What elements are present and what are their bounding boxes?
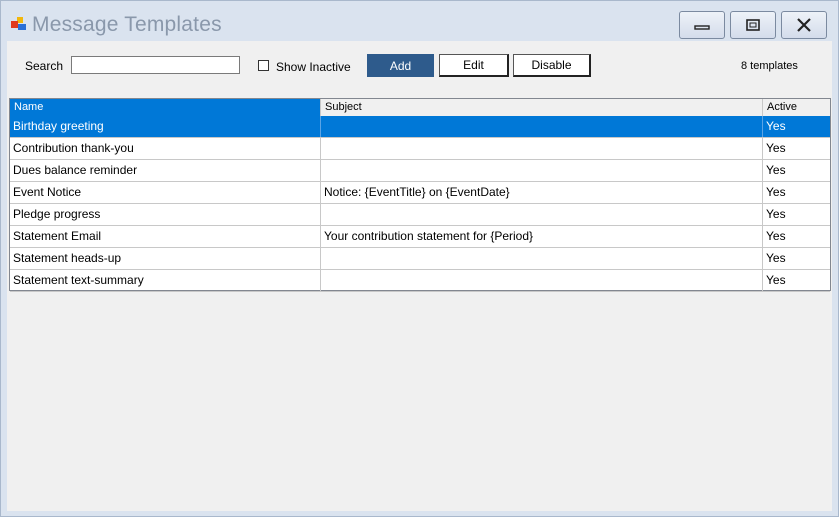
active-cell[interactable]: Yes	[763, 160, 830, 181]
table-row[interactable]: Statement text-summary Yes	[10, 270, 830, 292]
active-cell[interactable]: Yes	[763, 182, 830, 203]
active-cell[interactable]: Yes	[763, 204, 830, 225]
table-row[interactable]: Statement Email Your contribution stateme…	[10, 226, 830, 248]
title-bar[interactable]: Message Templates	[1, 1, 838, 41]
edit-button[interactable]: Edit	[439, 54, 509, 77]
subject-cell[interactable]	[321, 160, 763, 181]
name-cell[interactable]: Statement heads-up	[10, 248, 321, 269]
template-count: 8 templates	[741, 60, 798, 72]
table-row[interactable]: Pledge progress Yes	[10, 204, 830, 226]
subject-cell[interactable]	[321, 116, 763, 137]
name-cell[interactable]: Statement text-summary	[10, 270, 321, 291]
name-cell[interactable]: Pledge progress	[10, 204, 321, 225]
maximize-icon	[731, 12, 775, 38]
subject-cell[interactable]: Your contribution statement for {Period}	[321, 226, 763, 247]
show-inactive-checkbox[interactable]	[258, 60, 269, 71]
table-row[interactable]: Contribution thank-you Yes	[10, 138, 830, 160]
subject-cell[interactable]: Notice: {EventTitle} on {EventDate}	[321, 182, 763, 203]
name-cell[interactable]: Event Notice	[10, 182, 321, 203]
active-cell[interactable]: Yes	[763, 270, 830, 291]
search-label: Search	[25, 59, 64, 73]
app-window: Message Templates Search Show Inactive A…	[0, 0, 839, 517]
close-icon	[782, 12, 826, 38]
column-header-subject[interactable]: Subject	[321, 99, 763, 116]
name-cell[interactable]: Dues balance reminder	[10, 160, 321, 181]
subject-cell[interactable]	[321, 270, 763, 291]
table-row[interactable]: Birthday greeting Yes	[10, 116, 830, 138]
name-cell[interactable]: Birthday greeting	[10, 116, 321, 137]
table-row[interactable]: Event Notice Notice: {EventTitle} on {Eve…	[10, 182, 830, 204]
minimize-button[interactable]	[679, 11, 725, 39]
minimize-icon	[680, 12, 724, 38]
search-input[interactable]	[71, 56, 240, 74]
subject-cell[interactable]	[321, 204, 763, 225]
grid-header: Name Subject Active	[10, 99, 830, 117]
table-row[interactable]: Statement heads-up Yes	[10, 248, 830, 270]
table-row[interactable]: Dues balance reminder Yes	[10, 160, 830, 182]
column-header-active[interactable]: Active	[763, 99, 830, 116]
active-cell[interactable]: Yes	[763, 248, 830, 269]
column-header-name[interactable]: Name	[10, 99, 321, 116]
maximize-button[interactable]	[730, 11, 776, 39]
active-cell[interactable]: Yes	[763, 138, 830, 159]
templates-grid[interactable]: Name Subject Active Birthday greeting Yes…	[9, 98, 831, 292]
subject-cell[interactable]	[321, 138, 763, 159]
disable-button[interactable]: Disable	[513, 54, 591, 77]
name-cell[interactable]: Statement Email	[10, 226, 321, 247]
client-area: Search Show Inactive Add Edit Disable 8 …	[7, 41, 832, 511]
subject-cell[interactable]	[321, 248, 763, 269]
window-title: Message Templates	[32, 13, 222, 36]
show-inactive-label[interactable]: Show Inactive	[276, 60, 351, 74]
add-button[interactable]: Add	[367, 54, 434, 77]
active-cell[interactable]: Yes	[763, 116, 830, 137]
app-icon	[11, 17, 27, 33]
close-button[interactable]	[781, 11, 827, 39]
active-cell[interactable]: Yes	[763, 226, 830, 247]
name-cell[interactable]: Contribution thank-you	[10, 138, 321, 159]
